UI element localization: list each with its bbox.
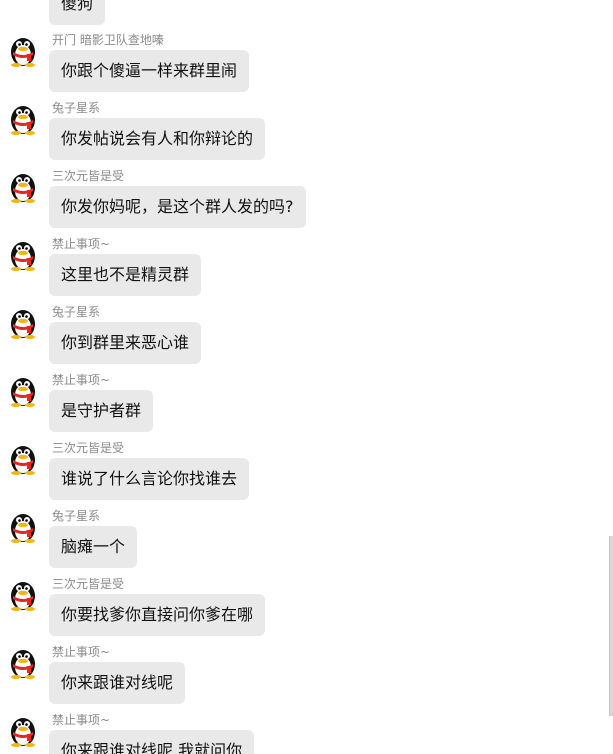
chat-message: 三次元皆是受 你要找爹你直接问你爹在哪 <box>0 577 600 645</box>
qq-penguin-icon[interactable] <box>8 645 38 679</box>
qq-penguin-icon[interactable] <box>8 33 38 67</box>
sender-name[interactable]: 三次元皆是受 <box>52 169 124 183</box>
message-bubble[interactable]: 你发你妈呢，是这个群人发的吗? <box>49 186 306 228</box>
chat-message: 开门 暗影卫队查地嗪 你跟个傻逼一样来群里闹 <box>0 33 600 101</box>
sender-name[interactable]: 三次元皆是受 <box>52 577 124 591</box>
chat-message: 傻狗 <box>0 0 600 34</box>
message-bubble[interactable]: 你来跟谁对线呢 <box>49 662 186 704</box>
message-bubble[interactable]: 你要找爹你直接问你爹在哪 <box>49 594 266 636</box>
message-bubble[interactable]: 你到群里来恶心谁 <box>49 322 202 364</box>
message-bubble[interactable]: 这里也不是精灵群 <box>49 254 202 296</box>
chat-message: 兔子星系 你到群里来恶心谁 <box>0 305 600 373</box>
sender-name[interactable]: 禁止事项~ <box>52 373 110 387</box>
message-bubble[interactable]: 是守护者群 <box>49 390 154 432</box>
message-bubble[interactable]: 脑瘫一个 <box>49 526 138 568</box>
sender-name[interactable]: 禁止事项~ <box>52 237 110 251</box>
qq-penguin-icon[interactable] <box>8 441 38 475</box>
message-bubble[interactable]: 你来跟谁对线呢 我就问你 <box>49 730 255 754</box>
message-bubble[interactable]: 傻狗 <box>49 0 106 25</box>
qq-penguin-icon[interactable] <box>8 713 38 747</box>
chat-message-list: 傻狗 开门 暗影卫队查地嗪 你跟个傻逼一样来群里闹 兔子星系 你发帖说会有人和你… <box>0 0 613 754</box>
chat-message: 兔子星系 脑瘫一个 <box>0 509 600 577</box>
chat-message: 禁止事项~ 你来跟谁对线呢 <box>0 645 600 713</box>
qq-penguin-icon[interactable] <box>8 169 38 203</box>
message-bubble[interactable]: 你跟个傻逼一样来群里闹 <box>49 50 250 92</box>
qq-penguin-icon[interactable] <box>8 237 38 271</box>
chat-message: 禁止事项~ 是守护者群 <box>0 373 600 441</box>
scrollbar[interactable] <box>609 536 613 716</box>
message-bubble[interactable]: 你发帖说会有人和你辩论的 <box>49 118 266 160</box>
sender-name[interactable]: 开门 暗影卫队查地嗪 <box>52 33 164 47</box>
sender-name[interactable]: 兔子星系 <box>52 305 100 319</box>
qq-penguin-icon[interactable] <box>8 373 38 407</box>
qq-penguin-icon[interactable] <box>8 577 38 611</box>
qq-penguin-icon[interactable] <box>8 305 38 339</box>
sender-name[interactable]: 禁止事项~ <box>52 713 110 727</box>
chat-message: 禁止事项~ 这里也不是精灵群 <box>0 237 600 305</box>
qq-penguin-icon[interactable] <box>8 509 38 543</box>
sender-name[interactable]: 三次元皆是受 <box>52 441 124 455</box>
chat-message: 三次元皆是受 你发你妈呢，是这个群人发的吗? <box>0 169 600 237</box>
chat-message: 兔子星系 你发帖说会有人和你辩论的 <box>0 101 600 169</box>
sender-name[interactable]: 兔子星系 <box>52 101 100 115</box>
qq-penguin-icon[interactable] <box>8 101 38 135</box>
sender-name[interactable]: 禁止事项~ <box>52 645 110 659</box>
chat-message: 禁止事项~ 你来跟谁对线呢 我就问你 <box>0 713 600 754</box>
chat-message: 三次元皆是受 谁说了什么言论你找谁去 <box>0 441 600 509</box>
message-bubble[interactable]: 谁说了什么言论你找谁去 <box>49 458 250 500</box>
sender-name[interactable]: 兔子星系 <box>52 509 100 523</box>
